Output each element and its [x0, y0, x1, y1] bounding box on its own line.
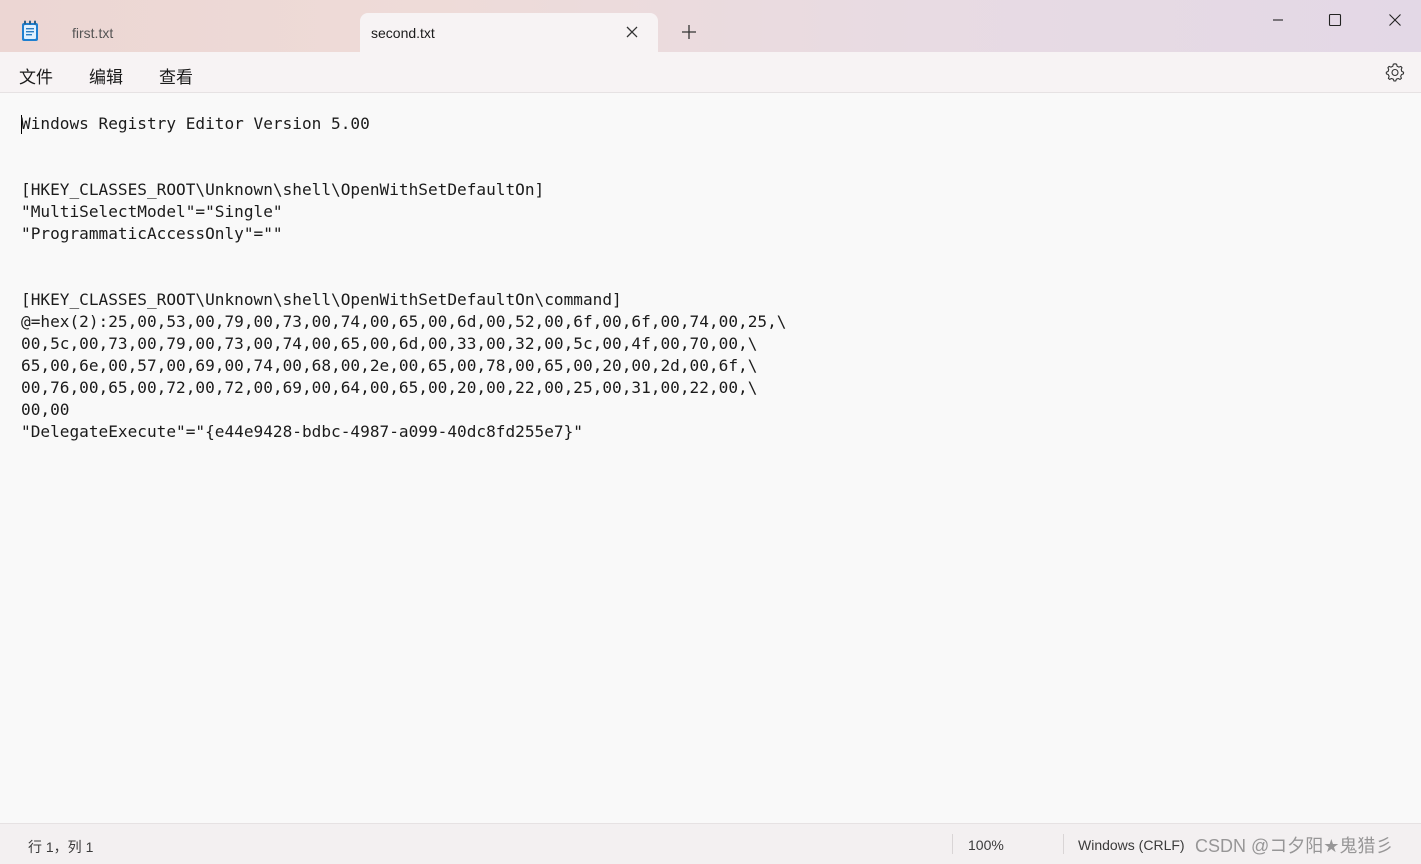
- tab-label: second.txt: [371, 24, 435, 41]
- close-icon[interactable]: [1372, 8, 1418, 32]
- tab-second-txt[interactable]: second.txt: [360, 13, 658, 52]
- text-editor[interactable]: Windows Registry Editor Version 5.00 [HK…: [0, 93, 1421, 823]
- tab-label: first.txt: [72, 24, 114, 41]
- editor-content[interactable]: Windows Registry Editor Version 5.00 [HK…: [21, 113, 786, 443]
- status-divider: [1063, 834, 1064, 854]
- minimize-icon[interactable]: [1255, 8, 1301, 32]
- maximize-icon[interactable]: [1312, 8, 1358, 32]
- line-ending: Windows (CRLF): [1078, 837, 1185, 853]
- gear-icon[interactable]: [1385, 62, 1405, 82]
- notepad-window: first.txt second.txt 文件 编辑 查看 Windows Re…: [0, 0, 1421, 864]
- status-divider: [952, 834, 953, 854]
- menu-view[interactable]: 查看: [159, 63, 193, 88]
- close-icon[interactable]: [624, 24, 640, 40]
- zoom-level: 100%: [968, 837, 1004, 853]
- menu-edit[interactable]: 编辑: [89, 63, 123, 88]
- tab-first-txt[interactable]: first.txt: [56, 13, 356, 52]
- watermark-text: CSDN @コ夕阳★鬼猎彡: [1195, 836, 1394, 856]
- title-bar: first.txt second.txt: [0, 0, 1421, 52]
- notepad-icon: [21, 20, 39, 42]
- menu-file[interactable]: 文件: [19, 63, 53, 88]
- cursor-position: 行 1，列 1: [28, 839, 94, 855]
- menu-bar: 文件 编辑 查看: [0, 52, 1421, 93]
- plus-icon[interactable]: [680, 23, 698, 41]
